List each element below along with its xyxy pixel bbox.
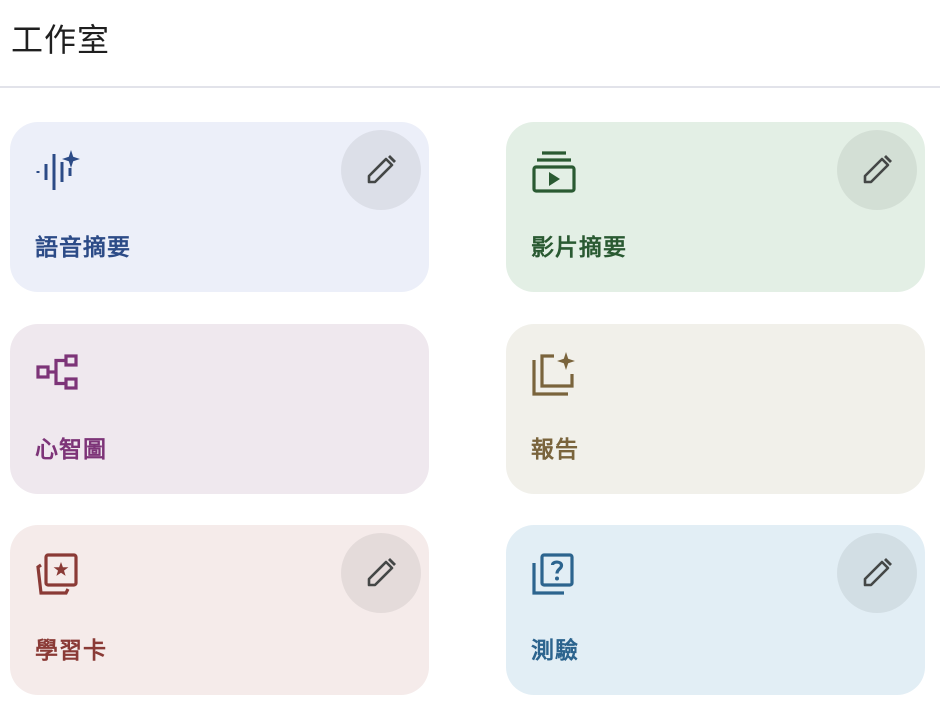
edit-button[interactable]	[341, 130, 421, 210]
mind-map-card[interactable]: 心智圖	[10, 324, 429, 494]
pencil-icon	[863, 155, 892, 184]
card-label: 測驗	[531, 638, 579, 664]
audio-spark-icon	[36, 150, 80, 194]
pencil-icon	[863, 558, 892, 587]
quiz-icon	[532, 553, 576, 597]
pencil-icon	[367, 558, 396, 587]
report-card[interactable]: 報告	[506, 324, 925, 494]
flashcards-icon	[36, 553, 80, 597]
audio-overview-card[interactable]: 語音摘要	[10, 122, 429, 292]
mind-map-icon	[36, 352, 80, 396]
edit-button[interactable]	[837, 533, 917, 613]
edit-button[interactable]	[837, 130, 917, 210]
card-label: 影片摘要	[531, 235, 627, 261]
report-spark-icon	[532, 352, 576, 396]
edit-button[interactable]	[341, 533, 421, 613]
card-label: 語音摘要	[35, 235, 131, 261]
quiz-card[interactable]: 測驗	[506, 525, 925, 695]
page-title: 工作室	[11, 21, 111, 59]
card-label: 學習卡	[35, 638, 107, 664]
pencil-icon	[367, 155, 396, 184]
video-playlist-icon	[532, 150, 576, 194]
video-overview-card[interactable]: 影片摘要	[506, 122, 925, 292]
studio-header: 工作室	[0, 0, 940, 88]
card-label: 心智圖	[35, 437, 107, 463]
card-label: 報告	[531, 437, 579, 463]
flashcards-card[interactable]: 學習卡	[10, 525, 429, 695]
